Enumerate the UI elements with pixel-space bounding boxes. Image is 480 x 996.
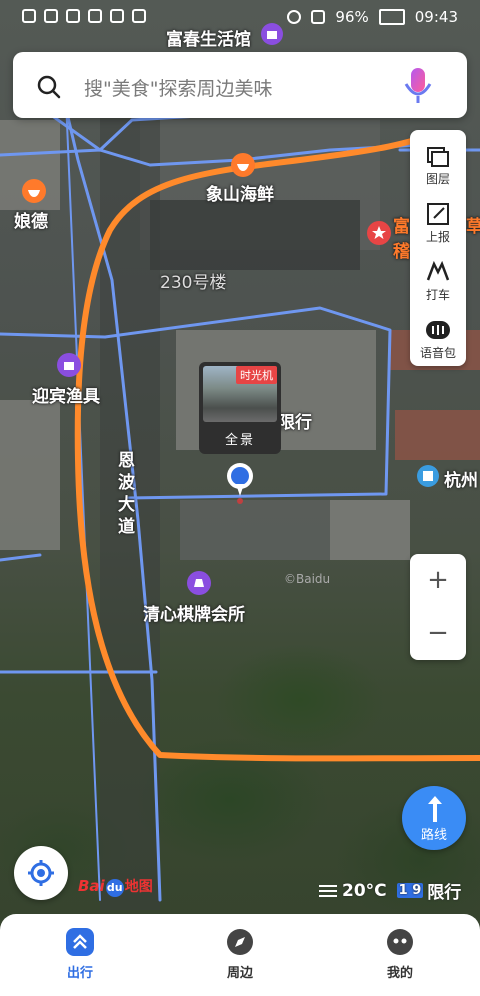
mic-status-icon xyxy=(311,10,326,24)
zoom-in-button[interactable]: + xyxy=(410,554,466,607)
search-bar[interactable]: 搜"美食"探索周边美味 xyxy=(13,52,467,118)
tab-mine[interactable]: 我的 xyxy=(340,914,460,996)
road-line xyxy=(0,553,42,562)
poi-hangzhou[interactable]: 杭州 xyxy=(444,466,478,491)
logo-text-ditu: 地图 xyxy=(124,879,153,895)
temperature: 20°C xyxy=(342,880,387,901)
wifi-icon xyxy=(66,9,80,23)
restriction-label: 限行 xyxy=(427,883,462,903)
logo-paw: du xyxy=(105,879,124,897)
app-notification-icon xyxy=(110,9,124,23)
hd-icon xyxy=(22,9,36,23)
poi-fuji[interactable]: 富稽 xyxy=(393,212,411,262)
crosshair-icon xyxy=(28,860,54,886)
poi-qingxin[interactable]: 清心棋牌会所 xyxy=(143,600,245,625)
layers-button[interactable]: 图层 xyxy=(410,134,466,190)
shop-marker-icon[interactable] xyxy=(56,352,82,378)
shop-icon xyxy=(261,23,283,45)
voice-search-icon[interactable] xyxy=(401,66,435,106)
time-machine-badge: 时光机 xyxy=(236,366,277,384)
report-button[interactable]: 上报 xyxy=(410,192,466,248)
search-icon xyxy=(37,75,61,99)
layers-label: 图层 xyxy=(425,172,450,186)
location-icon xyxy=(287,10,302,24)
poi-restriction-label[interactable]: 限行 xyxy=(278,408,312,433)
poi-cao[interactable]: 草 xyxy=(466,212,480,237)
weather-restriction-widget[interactable]: 20°C 1 9 限行 xyxy=(318,878,461,903)
clock: 09:43 xyxy=(414,8,458,26)
battery-percent: 96% xyxy=(335,8,369,26)
route-arrow-icon xyxy=(428,796,442,822)
route-button[interactable]: 路线 xyxy=(402,786,466,850)
poi-top-label[interactable]: 富春生活馆 xyxy=(166,25,251,50)
tab-nearby-label: 周边 xyxy=(226,966,253,981)
poi-yingbin[interactable]: 迎宾渔具 xyxy=(32,382,100,407)
restriction-plate-numbers: 1 9 xyxy=(396,883,424,898)
poi-niangde[interactable]: 娘德 xyxy=(14,207,48,232)
tab-nearby[interactable]: 周边 xyxy=(180,914,300,996)
search-placeholder[interactable]: 搜"美食"探索周边美味 xyxy=(84,74,272,101)
road-line xyxy=(0,332,107,339)
tab-travel-label: 出行 xyxy=(66,966,93,981)
route-label: 路线 xyxy=(420,828,447,843)
map-tool-panel: 图层 上报 打车 语音包 xyxy=(410,130,466,366)
profile-icon xyxy=(387,929,413,955)
signal-icon xyxy=(44,9,58,23)
poi-xiangshan[interactable]: 象山海鲜 xyxy=(206,180,274,205)
battery-icon xyxy=(378,9,405,25)
compass-icon xyxy=(227,929,253,955)
street-view-card[interactable]: 时光机 全景 xyxy=(199,362,281,454)
layers-icon xyxy=(427,147,449,167)
travel-icon xyxy=(66,928,94,956)
taxi-icon xyxy=(426,260,450,281)
logo-text-bai: Bai xyxy=(78,877,105,895)
voice-pack-button[interactable]: 语音包 xyxy=(410,308,466,364)
poi-building-230[interactable]: 230号楼 xyxy=(160,268,226,293)
tab-travel[interactable]: 出行 xyxy=(20,914,140,996)
current-location-marker xyxy=(227,463,253,504)
voice-pack-icon xyxy=(426,321,450,339)
zoom-out-button[interactable]: − xyxy=(410,607,466,660)
taxi-button[interactable]: 打车 xyxy=(410,250,466,306)
baidu-map-logo: Bai du 地图 xyxy=(78,876,153,897)
restaurant-marker-icon[interactable] xyxy=(21,178,47,204)
navigation-notification-icon xyxy=(132,9,146,23)
haze-icon xyxy=(319,884,337,897)
report-icon xyxy=(427,203,449,225)
taxi-label: 打车 xyxy=(425,288,450,302)
bottom-tab-bar: 出行 周边 我的 xyxy=(0,914,480,996)
info-marker-icon[interactable] xyxy=(416,464,440,488)
report-label: 上报 xyxy=(425,230,450,244)
zoom-controls: + − xyxy=(410,554,466,660)
locate-me-button[interactable] xyxy=(14,846,68,900)
map-watermark: ©Baidu xyxy=(284,572,331,586)
shield-icon xyxy=(88,9,102,23)
game-marker-icon[interactable] xyxy=(186,570,212,596)
star-marker-icon[interactable] xyxy=(366,220,392,246)
restaurant-marker-icon[interactable] xyxy=(230,152,256,178)
road-label-enbo: 恩波大道 xyxy=(118,451,135,537)
voice-pack-label: 语音包 xyxy=(419,346,456,360)
panorama-label: 全景 xyxy=(224,433,255,448)
tab-mine-label: 我的 xyxy=(386,966,413,981)
